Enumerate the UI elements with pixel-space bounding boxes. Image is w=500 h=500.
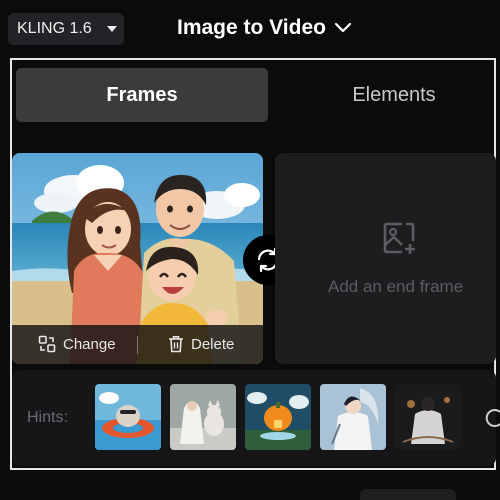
action-divider xyxy=(137,336,138,354)
white-robed-swordsman-thumbnail xyxy=(320,384,386,450)
model-select[interactable]: KLING 1.6 xyxy=(8,13,124,45)
end-frame-dropzone[interactable]: Add an end frame xyxy=(275,153,496,364)
mode-dropdown[interactable]: Image to Video xyxy=(177,16,352,40)
chevron-down-icon xyxy=(334,22,352,33)
page-title: Image to Video xyxy=(177,16,326,39)
model-select-label: KLING 1.6 xyxy=(17,20,92,37)
trash-icon xyxy=(169,336,183,353)
refresh-hints-icon[interactable] xyxy=(484,406,500,430)
tab-frames[interactable]: Frames xyxy=(16,68,268,122)
frame-action-bar: Change Delete xyxy=(12,325,263,364)
change-button[interactable]: Change xyxy=(38,335,116,353)
hints-strip: Hints: xyxy=(12,370,500,466)
tab-bar: Frames Elements xyxy=(16,68,500,122)
caret-down-icon xyxy=(107,26,117,32)
hints-label: Hints: xyxy=(27,409,68,426)
swap-squares-icon xyxy=(38,335,56,353)
hint-thumbnail-swordsman[interactable] xyxy=(320,384,386,450)
add-image-icon xyxy=(383,222,415,254)
end-frame-placeholder: Add an end frame xyxy=(328,277,464,296)
delete-label: Delete xyxy=(191,335,235,353)
bottom-toolbar-edge xyxy=(360,489,456,500)
hint-thumbnail-pumpkin[interactable] xyxy=(245,384,311,450)
hint-thumbnail-bride[interactable] xyxy=(170,384,236,450)
start-frame-card[interactable]: Change Delete xyxy=(12,153,263,364)
bride-cat-thumbnail xyxy=(170,384,236,450)
tab-elements[interactable]: Elements xyxy=(268,68,500,122)
top-bar: KLING 1.6 Image to Video ⋮ xyxy=(0,0,500,60)
hint-thumbnail-otter[interactable] xyxy=(95,384,161,450)
delete-button[interactable]: Delete xyxy=(168,335,234,353)
hint-thumbnail-warrior[interactable] xyxy=(395,384,461,450)
dark-warrior-thumbnail xyxy=(395,384,461,450)
otter-float-thumbnail xyxy=(95,384,161,450)
change-label: Change xyxy=(63,335,116,353)
pumpkin-house-thumbnail xyxy=(245,384,311,450)
truncated-edge-icon: ⋮ xyxy=(494,18,500,36)
